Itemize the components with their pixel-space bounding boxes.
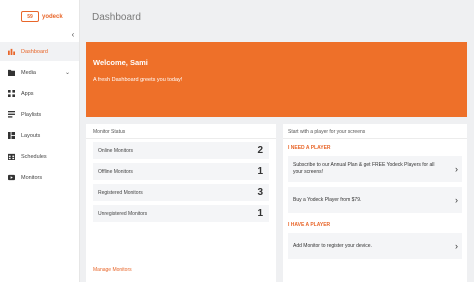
offer-text: Add Monitor to register your device.: [293, 242, 372, 249]
dashboard-icon: [8, 48, 15, 55]
sidebar-item-label: Schedules: [21, 153, 47, 160]
page-title: Dashboard: [92, 12, 141, 23]
chevron-right-icon: ›: [455, 241, 458, 251]
monitor-status-card: Monitor Status Online Monitors 2 Offline…: [86, 124, 276, 282]
welcome-title: Welcome, Sami: [93, 58, 148, 67]
sidebar: 59 yodeck ‹ Dashboard Media ⌄ Apps Playl…: [0, 0, 80, 282]
sidebar-item-schedules[interactable]: Schedules: [0, 147, 79, 166]
sidebar-item-monitors[interactable]: Monitors: [0, 168, 79, 187]
monitor-status-label: Offline Monitors: [98, 168, 133, 175]
sidebar-item-playlists[interactable]: Playlists: [0, 105, 79, 124]
monitor-status-label: Online Monitors: [98, 147, 134, 154]
sidebar-item-label: Dashboard: [21, 48, 48, 55]
folder-icon: [8, 69, 15, 76]
apps-grid-icon: [8, 90, 15, 97]
monitor-status-count: 3: [257, 187, 263, 198]
collapse-sidebar-button[interactable]: ‹: [67, 30, 79, 40]
monitor-status-row[interactable]: Online Monitors 2: [93, 142, 269, 159]
monitor-status-count: 1: [257, 208, 263, 219]
sidebar-item-label: Playlists: [21, 111, 42, 118]
divider: [86, 138, 276, 139]
yodeck-logo[interactable]: 59 yodeck: [21, 11, 63, 22]
sidebar-item-dashboard[interactable]: Dashboard: [0, 42, 79, 61]
chevron-down-icon[interactable]: ⌄: [65, 69, 70, 76]
monitor-status-count: 2: [257, 145, 263, 156]
monitor-icon: [8, 174, 15, 181]
schedule-icon: [8, 153, 15, 160]
monitor-status-label: Registered Monitors: [98, 189, 143, 196]
start-player-card: Start with a player for your screens I N…: [283, 124, 467, 282]
layout-icon: [8, 132, 15, 139]
buy-player-offer[interactable]: Buy a Yodeck Player from $79. ›: [288, 187, 462, 213]
offer-text: Subscribe to our Annual Plan & get FREE …: [293, 162, 435, 175]
sidebar-item-apps[interactable]: Apps: [0, 84, 79, 103]
start-player-heading: Start with a player for your screens: [288, 129, 366, 135]
welcome-banner: Welcome, Sami A fresh Dashboard greets y…: [86, 42, 467, 117]
divider: [283, 138, 467, 139]
monitor-status-row[interactable]: Unregistered Monitors 1: [93, 205, 269, 222]
manage-monitors-link[interactable]: Manage Monitors: [93, 267, 132, 273]
sidebar-item-label: Layouts: [21, 132, 41, 139]
annual-plan-offer[interactable]: Subscribe to our Annual Plan & get FREE …: [288, 156, 462, 182]
sidebar-item-label: Monitors: [21, 174, 43, 181]
need-player-label: I NEED A PLAYER: [288, 145, 331, 151]
logo-mark: 59: [21, 11, 39, 22]
sidebar-item-label: Media: [21, 69, 36, 76]
chevron-right-icon: ›: [455, 195, 458, 205]
monitor-status-count: 1: [257, 166, 263, 177]
playlist-icon: [8, 111, 15, 118]
logo-text: yodeck: [42, 13, 63, 20]
have-player-label: I HAVE A PLAYER: [288, 222, 331, 228]
sidebar-item-label: Apps: [21, 90, 34, 97]
monitor-status-label: Unregistered Monitors: [98, 210, 148, 217]
welcome-subtitle: A fresh Dashboard greets you today!: [93, 77, 183, 83]
add-monitor-offer[interactable]: Add Monitor to register your device. ›: [288, 233, 462, 259]
offer-text: Buy a Yodeck Player from $79.: [293, 196, 362, 203]
sidebar-item-media[interactable]: Media ⌄: [0, 63, 79, 82]
monitor-status-row[interactable]: Registered Monitors 3: [93, 184, 269, 201]
sidebar-item-layouts[interactable]: Layouts: [0, 126, 79, 145]
monitor-status-row[interactable]: Offline Monitors 1: [93, 163, 269, 180]
chevron-right-icon: ›: [455, 164, 458, 174]
monitor-status-heading: Monitor Status: [93, 129, 126, 135]
